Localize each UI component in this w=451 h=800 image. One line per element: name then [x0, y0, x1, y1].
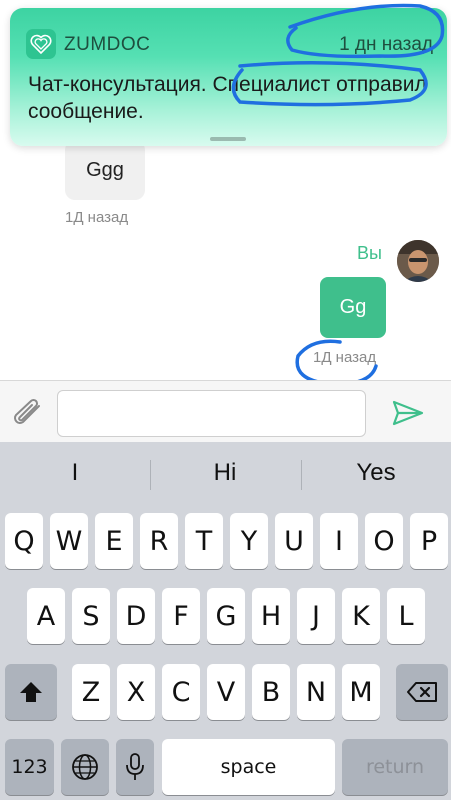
suggestion-2[interactable]: Hi: [150, 442, 300, 504]
suggestion-1[interactable]: I: [0, 442, 150, 504]
heart-fingerprint-icon: [26, 29, 56, 59]
key-t[interactable]: T: [185, 513, 223, 569]
paperclip-icon[interactable]: [8, 395, 48, 431]
space-key[interactable]: space: [162, 739, 335, 795]
key-v[interactable]: V: [207, 664, 245, 720]
key-e[interactable]: E: [95, 513, 133, 569]
notification-app-name: ZUMDOC: [64, 34, 151, 55]
key-i[interactable]: I: [320, 513, 358, 569]
key-p[interactable]: P: [410, 513, 448, 569]
incoming-message-text: Ggg: [86, 158, 124, 181]
avatar[interactable]: [397, 240, 439, 282]
return-key[interactable]: return: [342, 739, 448, 795]
key-n[interactable]: N: [297, 664, 335, 720]
incoming-message-bubble: Ggg: [65, 140, 145, 200]
key-z[interactable]: Z: [72, 664, 110, 720]
key-u[interactable]: U: [275, 513, 313, 569]
key-s[interactable]: S: [72, 588, 110, 644]
globe-key[interactable]: [61, 739, 109, 795]
key-w[interactable]: W: [50, 513, 88, 569]
key-q[interactable]: Q: [5, 513, 43, 569]
send-icon[interactable]: [388, 397, 428, 429]
key-f[interactable]: F: [162, 588, 200, 644]
keyboard: I Hi Yes Q W E R T Y U I O P A S D F G H…: [0, 442, 451, 800]
key-j[interactable]: J: [297, 588, 335, 644]
suggestion-3[interactable]: Yes: [301, 442, 451, 504]
notification-grabber[interactable]: [210, 137, 246, 141]
key-y[interactable]: Y: [230, 513, 268, 569]
outgoing-message-bubble: Gg: [320, 277, 386, 338]
shift-arrow-icon: [20, 682, 42, 702]
globe-icon: [72, 754, 98, 780]
key-m[interactable]: M: [342, 664, 380, 720]
message-input[interactable]: [57, 390, 366, 437]
suggestion-bar: I Hi Yes: [0, 442, 451, 504]
shift-key[interactable]: [5, 664, 57, 720]
key-r[interactable]: R: [140, 513, 178, 569]
key-h[interactable]: H: [252, 588, 290, 644]
notification-body: Чат-консультация. Специалист отправил со…: [28, 73, 427, 123]
key-d[interactable]: D: [117, 588, 155, 644]
incoming-message-time: 1Д назад: [65, 209, 129, 226]
key-l[interactable]: L: [387, 588, 425, 644]
outgoing-message-text: Gg: [339, 296, 367, 318]
numbers-key[interactable]: 123: [5, 739, 54, 795]
backspace-icon: [407, 682, 437, 702]
outgoing-author-label: Вы: [357, 243, 382, 263]
notification-banner[interactable]: ZUMDOC 1 дн назад Чат-консультация. Спец…: [10, 8, 447, 146]
notification-time: 1 дн назад: [339, 34, 433, 55]
key-b[interactable]: B: [252, 664, 290, 720]
key-c[interactable]: C: [162, 664, 200, 720]
key-g[interactable]: G: [207, 588, 245, 644]
message-composer: [0, 380, 451, 442]
key-k[interactable]: K: [342, 588, 380, 644]
key-x[interactable]: X: [117, 664, 155, 720]
key-a[interactable]: A: [27, 588, 65, 644]
microphone-icon: [126, 753, 144, 780]
microphone-key[interactable]: [116, 739, 154, 795]
key-o[interactable]: O: [365, 513, 403, 569]
outgoing-message-time: 1Д назад: [313, 349, 377, 366]
backspace-key[interactable]: [396, 664, 448, 720]
